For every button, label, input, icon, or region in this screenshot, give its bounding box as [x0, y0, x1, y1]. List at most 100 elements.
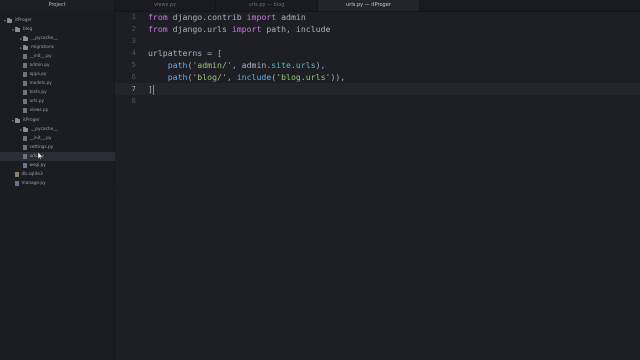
line-number-gutter: 1 2 3 4 5 6 7 8 [115, 12, 139, 360]
code-token: path [167, 72, 188, 82]
line-number: 7 [131, 84, 136, 93]
python-file-icon [23, 163, 27, 168]
folder-icon [23, 126, 28, 132]
line-number: 5 [131, 60, 136, 69]
tree-file[interactable]: manage.py [0, 179, 125, 188]
tree-item-label: wsgi.py [29, 163, 46, 168]
code-token: from [148, 24, 173, 34]
tree-item-label: views.py [29, 108, 49, 113]
database-file-icon [15, 172, 19, 177]
line-number: 1 [131, 12, 136, 21]
code-token: contrib [207, 12, 242, 22]
python-file-icon [23, 72, 27, 77]
tree-item-label: models.py [29, 81, 52, 86]
tree-file[interactable]: apps.py [0, 70, 133, 79]
code-token: admin [281, 12, 306, 22]
tab-views-py[interactable]: views.py [115, 0, 216, 11]
tree-file[interactable]: admin.py [0, 61, 133, 70]
tree-file[interactable]: __init__.py [0, 52, 133, 61]
python-file-icon [23, 154, 27, 159]
tree-item-label: __init__.py [29, 54, 52, 59]
line-number: 2 [131, 24, 136, 33]
folder-icon [23, 44, 28, 50]
tree-folder[interactable]: ▾ blog [0, 25, 125, 34]
code-token: path, include [266, 24, 331, 34]
code-line[interactable]: path('admin/', admin.site.urls), [148, 59, 326, 71]
code-line[interactable]: ] [148, 83, 154, 95]
tree-folder[interactable]: ▸ __pycache__ [0, 125, 133, 134]
line-number: 3 [131, 36, 136, 45]
code-token: from [148, 12, 173, 22]
folder-icon [23, 35, 28, 41]
folder-icon [7, 17, 12, 23]
code-token: 'blog/' [192, 72, 227, 82]
tree-item-label: apps.py [29, 72, 47, 77]
tab-project[interactable]: Project [0, 0, 115, 11]
code-token: urls [207, 24, 227, 34]
tab-urls-py-blog[interactable]: urls.py — blog [216, 0, 318, 11]
tree-item-label: blog [23, 27, 33, 32]
code-editor[interactable]: 1 2 3 4 5 6 7 8 from django.contrib import admi… [115, 12, 640, 360]
tree-folder[interactable]: ▸ migrations [0, 43, 133, 52]
project-tree: ▾ itProger ▾ blog ▸ __pycache__ ▸ migrations __i… [0, 11, 133, 360]
tree-file[interactable]: wsgi.py [0, 161, 133, 170]
tree-file[interactable]: db.sqlite3 [0, 170, 125, 179]
tree-file[interactable]: settings.py [0, 143, 133, 152]
code-token: 'admin/' [192, 60, 232, 70]
code-line[interactable]: urlpatterns = [ [148, 47, 222, 59]
python-file-icon [23, 54, 27, 59]
code-token: ), [315, 60, 326, 70]
code-token: import [241, 12, 282, 22]
line-number: 6 [131, 72, 136, 81]
tab-urls-py-itproger[interactable]: urls.py — itProger [318, 0, 420, 11]
folder-icon [15, 26, 20, 32]
code-token: , admin. [231, 60, 272, 70]
tab-bar-empty-space [420, 0, 640, 11]
code-line[interactable]: path('blog/', include('blog.urls')), [148, 71, 346, 83]
tree-item-label: tests.py [29, 90, 47, 95]
tree-file[interactable]: views.py [0, 106, 133, 115]
python-file-icon [23, 108, 27, 113]
tree-folder[interactable]: ▾ itProger [0, 16, 117, 25]
code-token: 'blog.urls' [276, 72, 331, 82]
tree-file[interactable]: urls.py [0, 97, 133, 106]
code-line[interactable]: from django.contrib import admin [148, 11, 306, 23]
tree-item-label: __init__.py [29, 136, 52, 141]
tree-item-label: urls.py [29, 99, 45, 104]
folder-icon [15, 117, 20, 123]
code-token: )), [330, 72, 346, 82]
code-token: import [226, 24, 267, 34]
python-file-icon [23, 145, 27, 150]
code-line[interactable]: from django.urls import path, include [148, 23, 330, 35]
code-token: include [236, 72, 272, 82]
tree-file[interactable]: __init__.py [0, 134, 133, 143]
editor-window: Project views.py urls.py — blog urls.py … [0, 0, 640, 360]
tree-folder[interactable]: ▸ __pycache__ [0, 34, 133, 43]
tree-item-label: db.sqlite3 [21, 172, 43, 177]
tree-item-label: manage.py [21, 181, 46, 186]
tree-file[interactable]: tests.py [0, 88, 133, 97]
line-number: 4 [131, 48, 136, 57]
python-file-icon [23, 99, 27, 104]
tree-item-label: itProger [23, 118, 40, 123]
python-file-icon [23, 81, 27, 86]
tree-folder[interactable]: ▾ itProger [0, 116, 125, 125]
tree-file[interactable]: urls.py [0, 152, 133, 161]
tree-item-label: __pycache__ [31, 36, 58, 41]
tree-item-label: __pycache__ [31, 127, 58, 132]
code-token: , [226, 72, 237, 82]
code-token: django [172, 24, 203, 34]
code-token: path [167, 60, 188, 70]
current-line-highlight [115, 83, 640, 95]
python-file-icon [23, 136, 27, 141]
code-token: django [172, 12, 203, 22]
line-number: 8 [131, 96, 136, 105]
tree-file[interactable]: models.py [0, 79, 133, 88]
code-token: urlpatterns = [ [148, 48, 222, 58]
python-file-icon [23, 63, 27, 68]
tree-item-label: migrations [31, 45, 54, 50]
tree-item-label: settings.py [29, 145, 54, 150]
text-caret [152, 84, 154, 95]
